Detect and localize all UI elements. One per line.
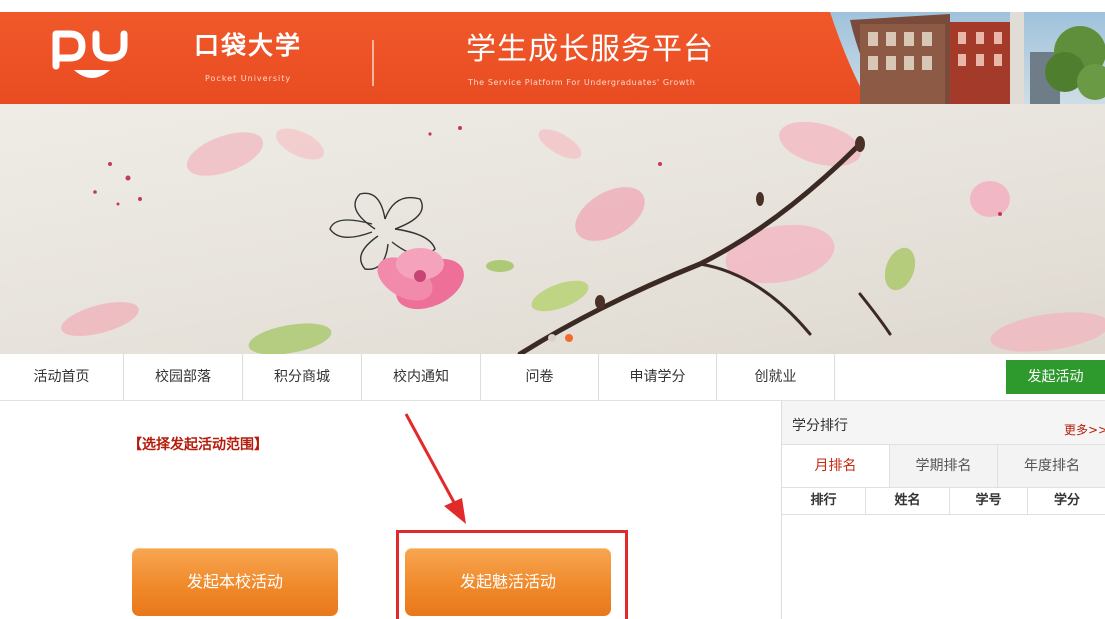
nav-item-campus-notice[interactable]: 校内通知 <box>362 354 481 400</box>
launch-local-activity-button[interactable]: 发起本校活动 <box>132 548 338 616</box>
carousel-dot-2[interactable] <box>565 334 573 342</box>
nav-item-points-mall[interactable]: 积分商城 <box>243 354 362 400</box>
nav-item-campus-tribe[interactable]: 校园部落 <box>124 354 243 400</box>
red-arrow-annotation <box>404 413 466 524</box>
ranking-tabs: 月排名 学期排名 年度排名 <box>782 445 1105 487</box>
ranking-table-header: 排行 姓名 学号 学分 <box>782 487 1105 515</box>
main-nav: 活动首页 校园部落 积分商城 校内通知 问卷 申请学分 创就业 发起活动 <box>0 354 1105 401</box>
logo-en-text: Pocket University <box>205 74 292 83</box>
carousel-indicators <box>548 334 573 342</box>
column-header-credits: 学分 <box>1053 493 1080 508</box>
column-header-rank: 排行 <box>782 488 866 514</box>
platform-subtitle: The Service Platform For Undergraduates'… <box>468 78 696 87</box>
carousel-dot-1[interactable] <box>548 334 556 342</box>
nav-item-survey[interactable]: 问卷 <box>481 354 599 400</box>
site-header: 口袋大学 Pocket University 学生成长服务平台 The Serv… <box>0 0 1105 104</box>
ranking-header: 学分排行 更多>> <box>782 401 1105 445</box>
tab-annual-rank[interactable]: 年度排名 <box>998 445 1105 487</box>
platform-title: 学生成长服务平台 <box>466 32 714 67</box>
nav-item-activity-home[interactable]: 活动首页 <box>0 354 124 400</box>
tab-monthly-rank[interactable]: 月排名 <box>782 445 890 487</box>
credit-ranking-panel: 学分排行 更多>> 月排名 学期排名 年度排名 排行 姓名 学号 学分 <box>781 401 1105 619</box>
campus-building-image <box>830 12 1105 104</box>
column-header-name: 姓名 <box>866 488 950 514</box>
header-divider <box>372 40 374 86</box>
hero-banner <box>0 104 1105 354</box>
pu-logo-icon[interactable] <box>52 26 134 90</box>
nav-item-apply-credits[interactable]: 申请学分 <box>599 354 717 400</box>
launch-charm-activity-button[interactable]: 发起魅活活动 <box>405 548 611 616</box>
logo-cn-text: 口袋大学 <box>194 31 303 60</box>
scope-title: 【选择发起活动范围】 <box>128 437 268 453</box>
cherry-blossom-illustration <box>61 121 1105 354</box>
launch-activity-button[interactable]: 发起活动 <box>1006 360 1105 394</box>
ranking-title: 学分排行 <box>792 418 848 434</box>
header-top-strip <box>0 0 1105 12</box>
ranking-more-link[interactable]: 更多>> <box>1064 421 1105 438</box>
tab-semester-rank[interactable]: 学期排名 <box>890 445 998 487</box>
column-header-student-id: 学号 <box>950 488 1028 514</box>
nav-item-employment[interactable]: 创就业 <box>717 354 835 400</box>
